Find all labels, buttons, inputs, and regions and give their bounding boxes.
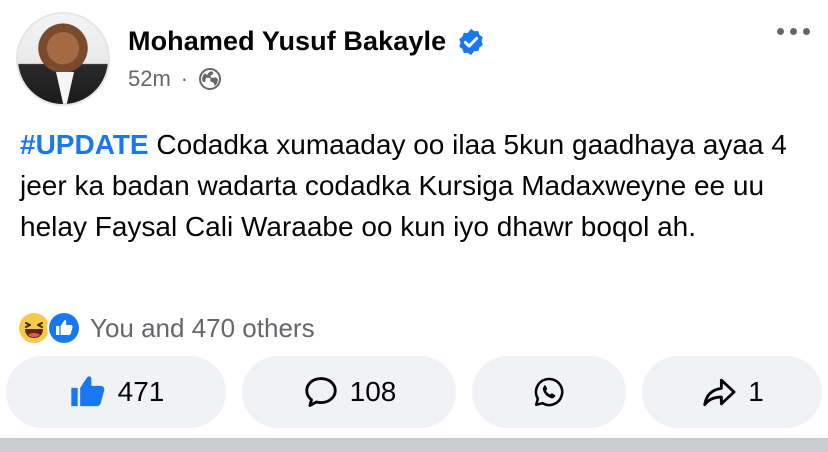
share-arrow-icon	[703, 378, 736, 407]
whatsapp-icon	[534, 377, 564, 407]
author-name[interactable]: Mohamed Yusuf Bakayle	[128, 26, 446, 57]
avatar-shirt	[56, 72, 74, 104]
post-body: #UPDATE Codadka xumaaday oo ilaa 5kun ga…	[20, 124, 810, 247]
reaction-summary-text[interactable]: You and 470 others	[90, 313, 315, 344]
reaction-icons	[16, 310, 82, 346]
like-button[interactable]: 471	[6, 356, 226, 428]
share-button[interactable]: 1	[642, 356, 822, 428]
more-dot-icon	[777, 28, 784, 35]
post-meta: 52m ·	[128, 66, 222, 92]
verified-badge-icon	[459, 28, 483, 55]
author-avatar[interactable]	[16, 12, 110, 106]
more-dot-icon	[803, 28, 810, 35]
comment-icon	[304, 377, 337, 407]
comment-count: 108	[349, 376, 397, 407]
hashtag-link[interactable]: #UPDATE	[20, 129, 149, 160]
thumbs-up-icon	[70, 376, 104, 407]
post-time[interactable]: 52m	[128, 66, 171, 92]
more-dot-icon	[790, 28, 797, 35]
like-count: 471	[117, 376, 165, 407]
share-count: 1	[748, 376, 764, 407]
globe-icon	[199, 68, 222, 90]
feed-divider	[0, 438, 828, 452]
comment-button[interactable]: 108	[242, 356, 456, 428]
author-name-row[interactable]: Mohamed Yusuf Bakayle	[128, 26, 486, 57]
meta-separator: ·	[180, 66, 189, 91]
like-reaction-icon	[47, 311, 81, 345]
more-options-button[interactable]	[777, 28, 810, 35]
reactions-summary[interactable]: You and 470 others	[16, 310, 315, 346]
post-actions: 471 108 1	[6, 356, 822, 430]
whatsapp-share-button[interactable]	[472, 356, 626, 428]
